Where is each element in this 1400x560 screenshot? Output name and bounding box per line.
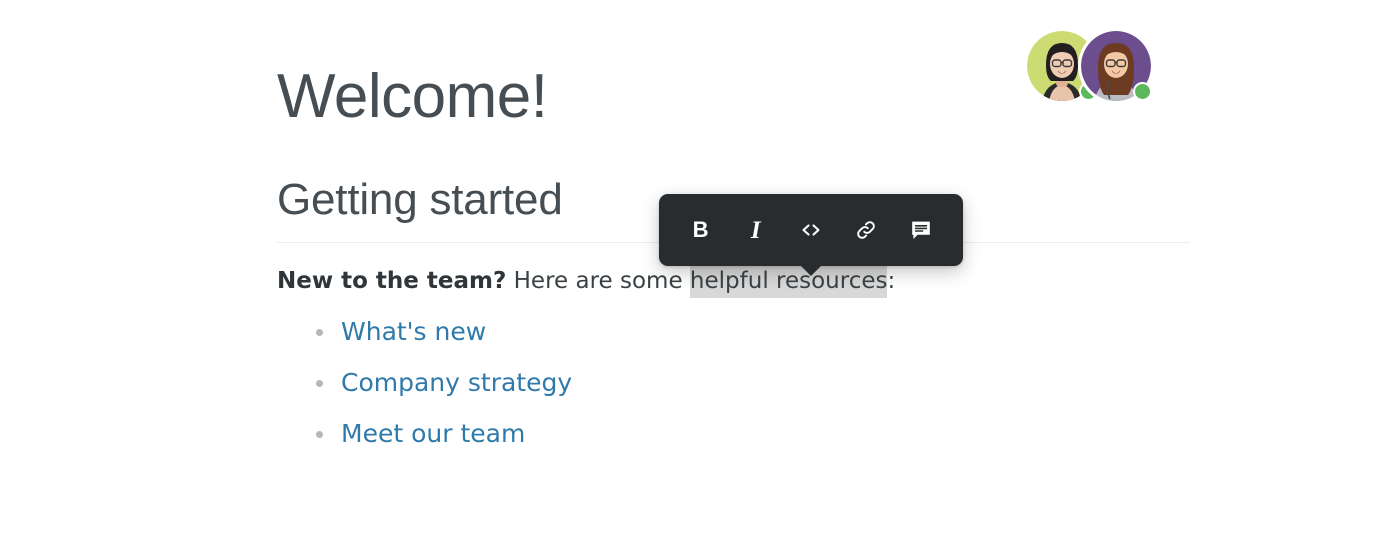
list-item: Company strategy (305, 370, 1190, 421)
resource-link-list: What's new Company strategy Meet our tea… (277, 297, 1190, 472)
list-item: What's new (305, 319, 1190, 370)
link-whats-new[interactable]: What's new (341, 317, 486, 346)
page-title: Welcome! (277, 62, 548, 131)
comment-icon (909, 218, 933, 242)
code-button[interactable] (791, 210, 831, 250)
bold-icon: B (692, 217, 709, 242)
list-item: Meet our team (305, 421, 1190, 472)
comment-button[interactable] (901, 210, 941, 250)
italic-icon: I (750, 216, 761, 244)
link-button[interactable] (846, 210, 886, 250)
paragraph-trailing: : (887, 268, 896, 294)
floating-format-toolbar: B I (659, 194, 963, 276)
link-icon (854, 218, 878, 242)
bold-button[interactable]: B (681, 210, 721, 250)
link-meet-our-team[interactable]: Meet our team (341, 419, 525, 448)
paragraph-middle: Here are some (506, 268, 690, 294)
paragraph-lead-bold: New to the team? (277, 268, 507, 294)
italic-button[interactable]: I (736, 210, 776, 250)
link-company-strategy[interactable]: Company strategy (341, 368, 572, 397)
code-icon (799, 218, 823, 242)
selected-text-highlight[interactable]: helpful resources (689, 266, 888, 298)
